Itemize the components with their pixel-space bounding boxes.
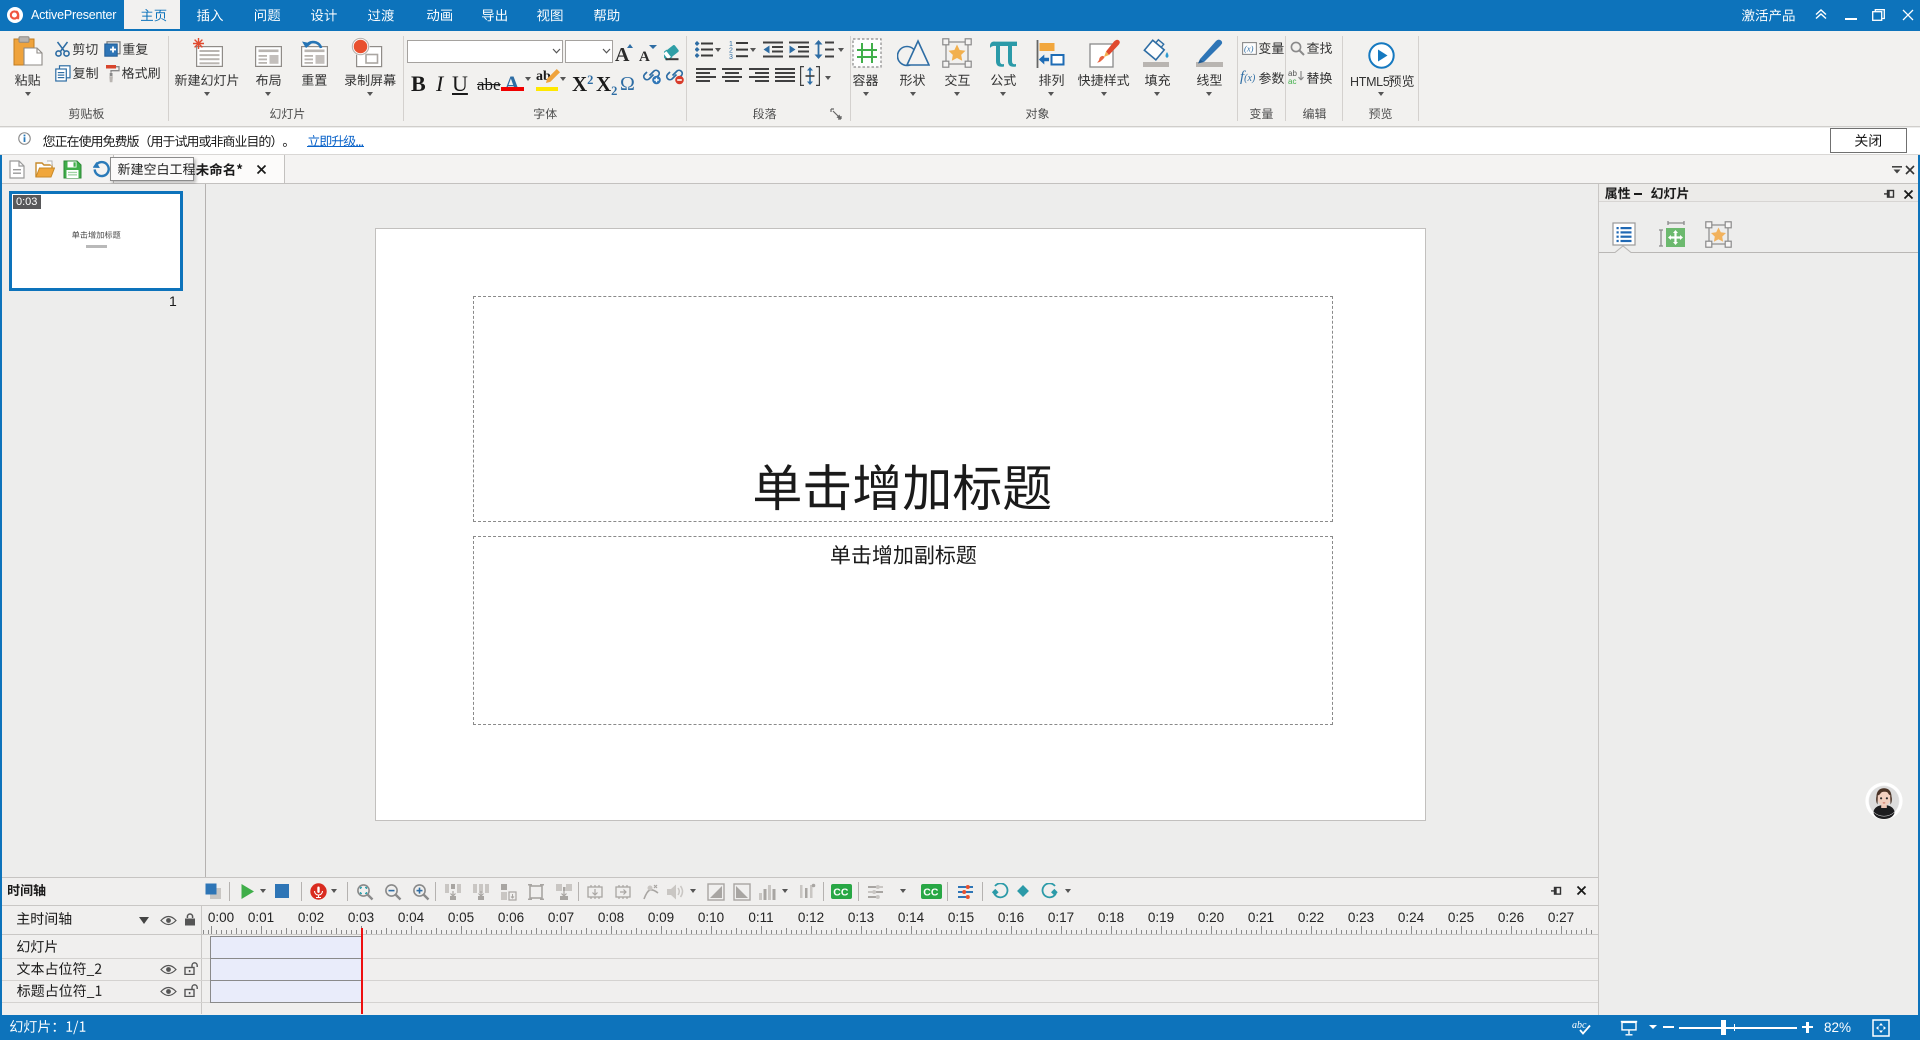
svg-text:(x): (x) <box>1244 44 1254 54</box>
svg-text:abc: abc <box>1572 1020 1587 1031</box>
svg-text:3: 3 <box>729 54 733 59</box>
svg-text:CC: CC <box>833 887 849 899</box>
svg-text:CC: CC <box>923 887 939 899</box>
svg-text:ac: ac <box>1288 77 1296 84</box>
